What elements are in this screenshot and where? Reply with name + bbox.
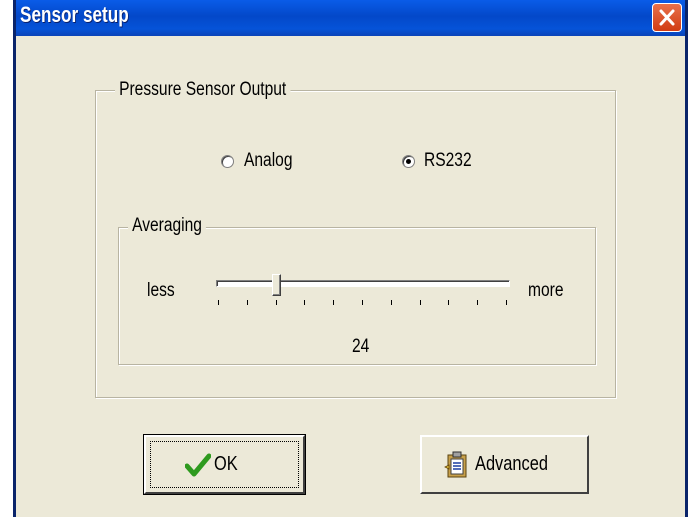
- advanced-button[interactable]: Advanced: [420, 435, 589, 494]
- rs232-radio-dot: [406, 159, 411, 164]
- analog-radio-option[interactable]: Analog: [219, 150, 329, 176]
- pressure-sensor-output-legend: Pressure Sensor Output: [115, 79, 291, 101]
- rs232-radio-button[interactable]: [402, 155, 415, 168]
- slider-tick: [362, 300, 363, 305]
- window-title: Sensor setup: [20, 2, 129, 27]
- clipboard-icon: [444, 451, 467, 478]
- averaging-legend: Averaging: [128, 215, 207, 237]
- averaging-slider-thumb[interactable]: [271, 274, 281, 296]
- slider-tick: [275, 300, 277, 305]
- slider-tick: [218, 300, 219, 305]
- rs232-radio-option[interactable]: RS232: [400, 150, 510, 176]
- close-button[interactable]: [652, 3, 682, 32]
- close-icon: [659, 9, 675, 26]
- slider-tick: [390, 300, 392, 305]
- averaging-slider-track[interactable]: [216, 280, 510, 287]
- slider-tick: [304, 300, 306, 305]
- slider-tick: [333, 300, 335, 305]
- advanced-button-label: Advanced: [475, 453, 548, 475]
- checkmark-icon: [185, 453, 211, 477]
- slider-tick: [246, 300, 248, 305]
- slider-tick: [419, 300, 421, 305]
- ok-button[interactable]: OK: [143, 434, 306, 495]
- averaging-value: 24: [352, 336, 370, 357]
- slider-max-label: more: [528, 280, 564, 301]
- rs232-radio-label[interactable]: RS232: [424, 150, 472, 172]
- title-bar[interactable]: Sensor setup: [16, 0, 685, 36]
- slider-tick: [448, 300, 450, 305]
- analog-radio-button[interactable]: [221, 155, 234, 168]
- analog-radio-label[interactable]: Analog: [244, 150, 293, 172]
- slider-min-label: less: [147, 280, 175, 301]
- sensor-setup-dialog: Sensor setup Pressure Sensor Output Anal…: [13, 0, 688, 517]
- slider-tick: [477, 300, 479, 305]
- slider-tick: [506, 300, 507, 305]
- ok-button-label: OK: [214, 453, 238, 475]
